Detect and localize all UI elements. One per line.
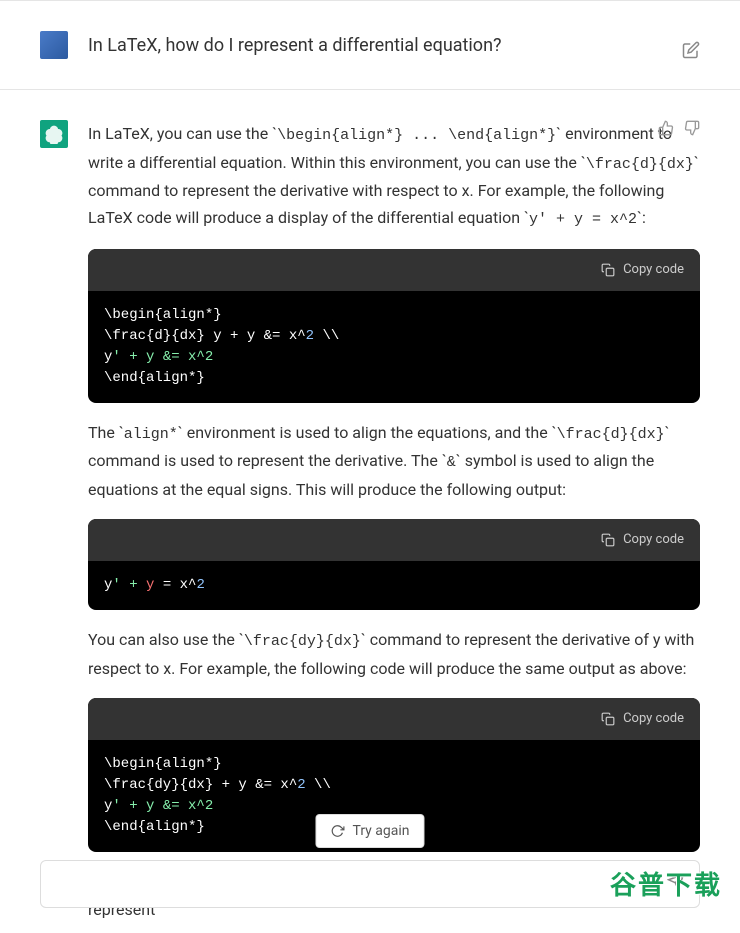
paragraph: You can also use the `\frac{dy}{dx}` com… [88,626,700,682]
inline-code: y' + y = x^2 [529,211,637,228]
try-again-label: Try again [352,823,409,839]
inline-code: & [447,454,456,471]
thumbs-down-button[interactable] [684,120,700,140]
code-body: \begin{align*} \frac{d}{dx} y + y &= x^2… [88,291,700,403]
inline-code: \begin{align*} ... \end{align*} [277,127,556,144]
copy-code-button[interactable]: Copy code [88,519,700,561]
text: In LaTeX, you can use the [88,124,272,143]
user-question-text: In LaTeX, how do I represent a different… [88,32,502,59]
clipboard-icon [601,533,615,547]
clipboard-icon [601,263,615,277]
copy-code-label: Copy code [623,529,684,551]
text: You can also use the [88,630,239,649]
answer-content: In LaTeX, you can use the `\begin{align*… [88,120,700,933]
paragraph: The `align*` environment is used to alig… [88,419,700,503]
text: The [88,423,119,442]
edit-icon [682,41,700,59]
thumbs-up-icon [658,120,674,136]
user-avatar [40,31,68,59]
code-block: Copy code \begin{align*} \frac{d}{dx} y … [88,249,700,403]
feedback-icons [658,120,700,140]
clipboard-icon [601,712,615,726]
code-body: y' + y = x^2 [88,561,700,610]
message-input[interactable] [40,860,700,908]
inline-code: \frac{d}{dx} [586,156,694,173]
copy-code-label: Copy code [623,259,684,281]
thumbs-down-icon [684,120,700,136]
text: environment is used to align the equatio… [183,423,552,442]
copy-code-button[interactable]: Copy code [88,698,700,740]
send-button[interactable] [667,873,685,895]
try-again-button[interactable]: Try again [315,814,424,848]
copy-code-button[interactable]: Copy code [88,249,700,291]
question-row: In LaTeX, how do I represent a different… [0,1,740,89]
inline-code: \frac{dy}{dx} [244,633,361,650]
openai-icon [44,124,64,144]
inline-code: \frac{d}{dx} [557,426,665,443]
answer-section: In LaTeX, you can use the `\begin{align*… [0,90,740,933]
inline-code: align* [124,426,178,443]
code-block: Copy code y' + y = x^2 [88,519,700,610]
send-icon [667,873,685,891]
refresh-icon [330,824,344,838]
thumbs-up-button[interactable] [658,120,674,140]
edit-button[interactable] [682,41,700,63]
text: command is used to represent the derivat… [88,451,442,470]
paragraph: In LaTeX, you can use the `\begin{align*… [88,120,700,233]
text: : [642,208,646,227]
assistant-avatar [40,120,68,148]
copy-code-label: Copy code [623,708,684,730]
